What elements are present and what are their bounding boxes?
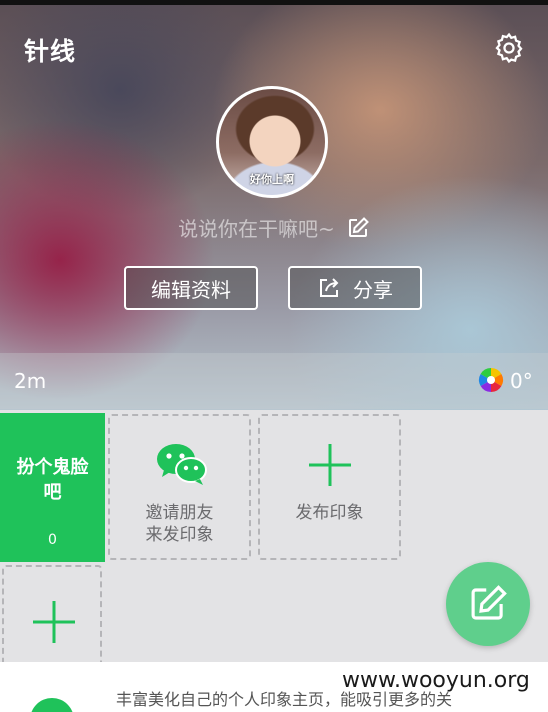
share-button[interactable]: 分享 [288, 266, 422, 310]
tip-icon [30, 698, 74, 712]
plus-icon [33, 601, 75, 643]
distance-text: 2m [14, 369, 47, 393]
funny-face-title: 扮个鬼脸 吧 [0, 455, 105, 505]
funny-face-title-line1: 扮个鬼脸 [16, 457, 89, 478]
status-line[interactable]: 说说你在干嘛吧~ [0, 213, 548, 242]
temperature-text: 0° [510, 369, 533, 393]
edit-profile-label: 编辑资料 [151, 277, 231, 302]
invite-label-line2: 来发印象 [145, 525, 214, 545]
publish-impression-label: 发布印象 [295, 503, 364, 523]
gear-icon[interactable] [492, 31, 526, 65]
compose-icon [471, 585, 507, 620]
edit-profile-button[interactable]: 编辑资料 [124, 266, 258, 310]
pencil-square-icon[interactable] [346, 216, 370, 240]
profile-header-background [0, 0, 548, 410]
invite-friends-tile[interactable]: 邀请朋友 来发印象 [108, 414, 251, 560]
avatar[interactable]: 好你上啊 [216, 86, 328, 198]
funny-face-count: 0 [48, 532, 57, 548]
publish-impression-tile[interactable]: 发布印象 [258, 414, 401, 560]
share-arrow-icon [320, 278, 339, 297]
avatar-caption: 好你上啊 [250, 173, 294, 186]
status-bar [0, 0, 548, 5]
status-placeholder: 说说你在干嘛吧~ [178, 217, 335, 241]
add-tile[interactable] [2, 565, 102, 675]
funny-face-title-line2: 吧 [43, 482, 62, 503]
invite-label-line1: 邀请朋友 [145, 503, 214, 523]
funny-face-card[interactable]: 扮个鬼脸 吧 0 [0, 413, 105, 562]
wechat-icon [157, 444, 207, 485]
color-wheel-icon [478, 368, 504, 392]
compose-button[interactable] [446, 562, 530, 646]
share-label: 分享 [353, 277, 393, 302]
app-title: 针线 [24, 37, 77, 66]
watermark: www.wooyun.org [342, 668, 530, 693]
info-bar: 2m [0, 353, 548, 409]
plus-icon [309, 444, 351, 486]
invite-friends-label: 邀请朋友 来发印象 [110, 502, 249, 546]
